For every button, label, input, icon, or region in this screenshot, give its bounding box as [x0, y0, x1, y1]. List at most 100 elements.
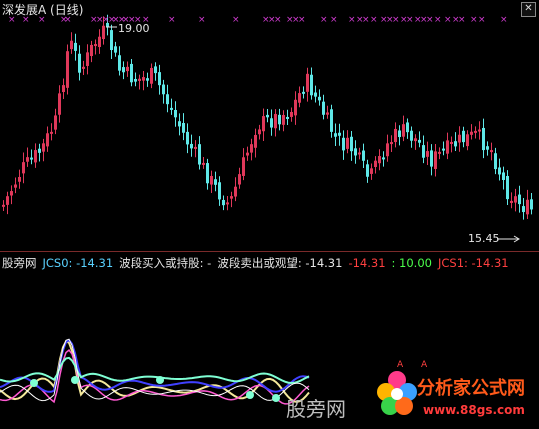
- signal-x-mark: ×: [320, 15, 328, 25]
- candle-body: [478, 129, 481, 132]
- candle-body: [350, 136, 353, 152]
- candle-body: [442, 148, 445, 151]
- candle-body: [186, 131, 189, 145]
- candle-body: [438, 151, 441, 154]
- candle-body: [214, 179, 217, 185]
- candle-body: [326, 112, 329, 115]
- signal-x-mark: ×: [478, 15, 486, 25]
- candle-body: [54, 115, 57, 130]
- candle-body: [374, 160, 377, 167]
- signal-x-mark: ×: [426, 15, 434, 25]
- candle-body: [222, 199, 225, 206]
- signal-x-mark: ×: [168, 15, 176, 25]
- indicator-sell-watch: 波段卖出或观望: -14.31: [217, 256, 343, 270]
- candle-body: [74, 42, 77, 51]
- signal-x-mark: ×: [434, 15, 442, 25]
- watermark: 股旁网: [286, 397, 346, 421]
- indicator-source: 股旁网: [2, 256, 37, 270]
- candle-body: [366, 164, 369, 177]
- indicator-value-red: -14.31: [348, 256, 386, 270]
- candle-body: [206, 163, 209, 184]
- candle-body: [426, 151, 429, 157]
- candle-body: [94, 44, 97, 47]
- candle-body: [2, 204, 5, 207]
- signal-x-mark: ×: [330, 15, 338, 25]
- signal-x-mark: ×: [444, 15, 452, 25]
- candle-body: [290, 111, 293, 117]
- candle-body: [242, 157, 245, 176]
- candle-body: [158, 72, 161, 86]
- candle-body: [58, 93, 61, 115]
- candle-body: [446, 140, 449, 154]
- signal-x-mark: ×: [274, 15, 282, 25]
- panel-divider: [0, 251, 539, 252]
- candle-body: [390, 142, 393, 145]
- candle-body: [122, 67, 125, 73]
- candle-body: [506, 176, 509, 200]
- candle-body: [234, 186, 237, 197]
- candle-body: [434, 151, 437, 169]
- candle-body: [314, 92, 317, 97]
- candle-body: [274, 113, 277, 129]
- candle-body: [230, 196, 233, 199]
- candle-body: [498, 167, 501, 175]
- candle-body: [406, 122, 409, 133]
- indicator-marker: [30, 379, 38, 387]
- candle-body: [30, 157, 33, 160]
- candle-body: [462, 130, 465, 143]
- candle-body: [50, 131, 53, 134]
- candle-body: [310, 74, 313, 96]
- candlestick-chart: × × × ×× ××××××××× × × × × ××× ××× × × × ×× × ××× ×× ××× × ×…: [0, 14, 533, 405]
- candle-body: [6, 196, 9, 205]
- indicator-buy-hold: 波段买入或持股: -: [119, 256, 212, 270]
- candle-body: [202, 162, 205, 165]
- candle-body: [10, 191, 13, 196]
- candle-body: [102, 25, 105, 40]
- candle-body: [182, 123, 185, 133]
- candle-body: [318, 96, 321, 101]
- candle-body: [402, 124, 405, 137]
- candle-body: [130, 63, 133, 83]
- candle-body: [42, 143, 45, 152]
- candle-body: [294, 99, 297, 116]
- candle-body: [114, 46, 117, 53]
- candle-body: [510, 200, 513, 203]
- candle-body: [342, 137, 345, 151]
- candle-body: [178, 121, 181, 127]
- candle-body: [346, 137, 349, 149]
- candle-body: [90, 44, 93, 57]
- indicator-marker: [246, 391, 254, 399]
- candle-body: [250, 144, 253, 153]
- candle-body: [210, 175, 213, 185]
- candle-body: [258, 129, 261, 135]
- site-logo: 分析家公式网 www.88gs.com: [377, 366, 535, 428]
- candle-body: [266, 114, 269, 118]
- logo-title: 分析家公式网: [417, 378, 525, 399]
- candle-body: [98, 36, 101, 48]
- candle-body: [70, 40, 73, 50]
- signal-x-mark: ×: [470, 15, 478, 25]
- candle-body: [494, 153, 497, 170]
- candle-body: [330, 109, 333, 132]
- candle-body: [354, 148, 357, 156]
- candle-body: [238, 174, 241, 185]
- candle-body: [218, 182, 221, 200]
- candle-body: [422, 145, 425, 158]
- candle-body: [370, 168, 373, 174]
- candle-body: [174, 109, 177, 118]
- candle-body: [278, 114, 281, 125]
- signal-x-mark: ×: [232, 15, 240, 25]
- candle-body: [118, 55, 121, 71]
- indicator-marker: [71, 376, 79, 384]
- candle-body: [170, 107, 173, 110]
- indicator-line-blue: [0, 338, 310, 393]
- candle-body: [394, 128, 397, 143]
- signal-x-mark: ×: [458, 15, 466, 25]
- candle-body: [78, 53, 81, 73]
- candle-body: [334, 133, 337, 137]
- candle-body: [26, 157, 29, 162]
- candle-body: [198, 144, 201, 165]
- signal-x-mark: ×: [500, 15, 508, 25]
- candle-body: [146, 78, 149, 81]
- candle-body: [66, 51, 69, 88]
